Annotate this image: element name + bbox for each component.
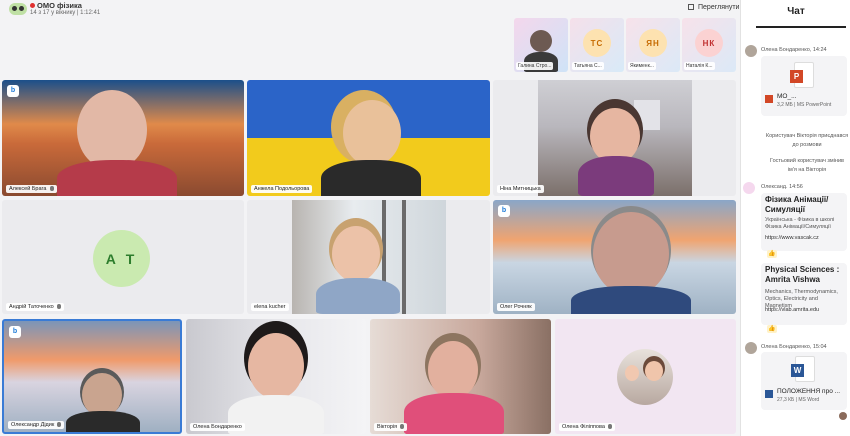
powerpoint-icon — [765, 95, 773, 103]
chat-title: Чат — [787, 6, 805, 17]
thumbnail-participant[interactable]: ТС Татьяна С... — [570, 18, 624, 72]
participant-name: Олена Філіппова — [559, 423, 615, 431]
mic-off-icon — [56, 304, 61, 309]
participant-name: Андрій Таточенко — [6, 303, 64, 311]
avatar: ТС — [583, 29, 611, 57]
participant-name: elena kucher — [251, 303, 289, 311]
participant-tile[interactable]: Олена Бондаренко — [186, 319, 366, 434]
file-meta: 3,2 МБ | MS PowerPoint — [777, 102, 832, 108]
word-file-icon: W — [791, 356, 815, 382]
avatar: НК — [695, 29, 723, 57]
meeting-title: ОМО фізика — [37, 1, 82, 10]
link-title: Фізика Анімації/Симуляції — [765, 195, 829, 214]
file-name: ПОЛОЖЕННЯ про ... — [777, 388, 841, 395]
thumbs-up-icon[interactable]: 👍 — [767, 325, 777, 333]
link-url[interactable]: https://vlab.amrita.edu — [765, 307, 819, 313]
view-button-label: Переглянути — [698, 4, 740, 11]
chat-divider — [756, 26, 846, 28]
file-attachment[interactable]: P МО_... 3,2 МБ | MS PowerPoint — [761, 56, 847, 116]
participant-tile[interactable]: elena kucher — [247, 200, 490, 314]
read-receipt-avatar — [839, 412, 847, 420]
link-preview[interactable]: Фізика Анімації/Симуляції Українська - Ф… — [761, 193, 847, 251]
message-sender: Олена Бондаренко, 15:04 — [761, 344, 827, 350]
file-meta: 27,3 КБ | MS Word — [777, 397, 820, 403]
thumbnail-name: Наталія К... — [684, 62, 715, 70]
thumbnail-name: Галина Стро... — [516, 62, 554, 70]
link-url[interactable]: https://www.vascak.cz — [765, 235, 819, 241]
participant-tile[interactable]: b Олег Рочняк — [493, 200, 736, 314]
avatar: А Т — [93, 230, 150, 287]
mic-off-icon — [400, 424, 405, 429]
participant-tile[interactable]: Анжела Подольорова — [247, 80, 490, 196]
view-button[interactable]: Переглянути — [688, 4, 739, 11]
participant-name: Олена Бондаренко — [190, 423, 245, 431]
powerpoint-file-icon: P — [790, 62, 814, 88]
file-attachment[interactable]: W ПОЛОЖЕННЯ про ... 27,3 КБ | MS Word — [761, 352, 847, 410]
thumbnail-name: Татьяна С... — [572, 62, 604, 70]
thumbnail-participant[interactable]: Галина Стро... — [514, 18, 568, 72]
participant-video — [538, 80, 692, 196]
grid-icon — [688, 4, 694, 10]
chat-panel: Чат Олена Бондаренко, 14:24 P МО_... 3,2… — [740, 0, 850, 436]
avatar — [745, 45, 757, 57]
message-sender: Олена Бондаренко, 14:24 — [761, 47, 827, 53]
participant-tile[interactable]: b Алексей Брага — [2, 80, 244, 196]
participant-tile[interactable]: Ніна Митницька — [493, 80, 736, 196]
thumbnail-name: Якименк... — [628, 62, 656, 70]
word-icon — [765, 390, 773, 398]
participant-name: Анжела Подольорова — [251, 185, 313, 193]
participant-name: Вікторія — [374, 423, 408, 431]
mic-off-icon — [607, 424, 612, 429]
mic-off-icon — [49, 186, 54, 191]
participant-avatar-photo — [617, 349, 673, 405]
participant-name: Ніна Митницька — [497, 185, 544, 193]
meeting-header: ОМО фізика 14 з 17 у вікнику | 1:12:41 П… — [0, 0, 740, 20]
background-effect-icon: b — [7, 85, 19, 97]
thumbnail-participant[interactable]: ЯН Якименк... — [626, 18, 680, 72]
link-title: Physical Sciences : Amrita Vishwa — [765, 265, 840, 284]
link-description: Українська - Фізика в школі Фізика Аніма… — [765, 217, 835, 230]
avatar: ЯН — [639, 29, 667, 57]
meeting-subtitle: 14 з 17 у вікнику | 1:12:41 — [30, 10, 101, 16]
participant-video — [292, 200, 446, 314]
system-message: Гостьовий користувач змінив ім'я на Вікт… — [770, 158, 844, 173]
app-logo-icon — [9, 3, 27, 15]
participant-tile[interactable]: b Олександр Дідик — [2, 319, 182, 434]
background-effect-icon: b — [9, 326, 21, 338]
message-sender: Олександ. 14:56 — [761, 184, 803, 190]
link-preview[interactable]: Physical Sciences : Amrita Vishwa Mechan… — [761, 263, 847, 325]
avatar — [745, 342, 757, 354]
participant-tile[interactable]: Олена Філіппова — [555, 319, 736, 434]
mic-off-icon — [57, 422, 62, 427]
thumbs-up-icon[interactable]: 👍 — [767, 250, 777, 258]
thumbnail-participant[interactable]: НК Наталія К... — [682, 18, 736, 72]
recording-icon — [30, 3, 35, 8]
participant-name: Олег Рочняк — [497, 303, 535, 311]
file-name: МО_... — [777, 93, 797, 100]
avatar — [743, 182, 755, 194]
participant-name: Олександр Дідик — [8, 421, 65, 429]
background-effect-icon: b — [498, 205, 510, 217]
participant-name: Алексей Брага — [6, 185, 57, 193]
system-message: Користувач Вікторія приєднався до розмов… — [765, 133, 849, 148]
participant-tile[interactable]: Вікторія — [370, 319, 551, 434]
